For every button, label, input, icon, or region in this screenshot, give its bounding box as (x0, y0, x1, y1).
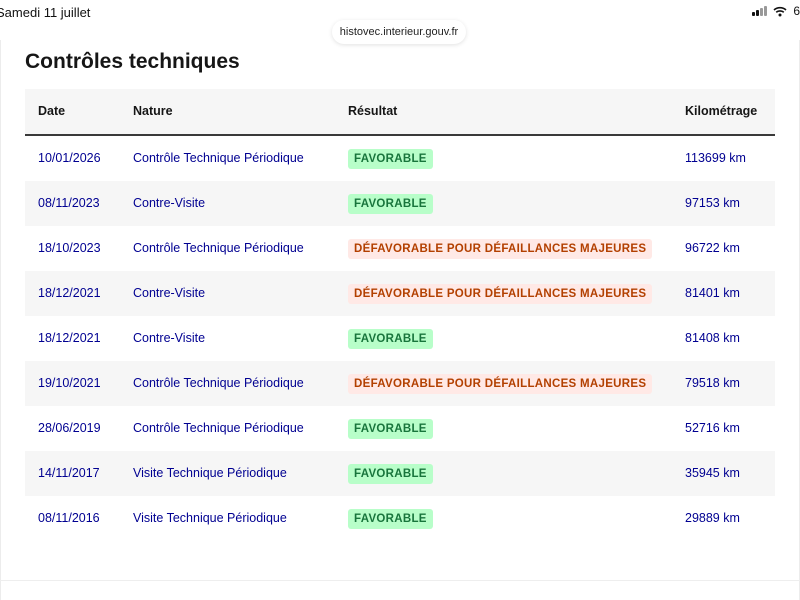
table-row: 18/10/2023 Contrôle Technique Périodique… (25, 226, 775, 271)
signal-icon (752, 6, 768, 16)
row-date: 14/11/2017 (38, 466, 100, 480)
row-result: FAVORABLE (348, 451, 433, 496)
row-result: DÉFAVORABLE POUR DÉFAILLANCES MAJEURES (348, 361, 653, 406)
status-date: Samedi 11 juillet (0, 5, 91, 20)
url-text: histovec.interieur.gouv.fr (339, 26, 459, 38)
row-result: FAVORABLE (348, 136, 433, 181)
row-date: 18/12/2021 (38, 331, 101, 345)
table-row: 08/11/2016 Visite Technique Périodique F… (25, 496, 775, 541)
row-nature: Contre-Visite (133, 196, 206, 210)
header-result: Résultat (348, 104, 398, 118)
table-header: Date Nature Résultat Kilométrage (25, 89, 775, 136)
status-badge: DÉFAVORABLE POUR DÉFAILLANCES MAJEURES (348, 283, 653, 304)
status-indicators: 6 (752, 4, 800, 18)
row-nature: Visite Technique Périodique (133, 511, 287, 525)
row-date: 28/06/2019 (38, 421, 101, 435)
wifi-icon (773, 6, 787, 16)
table-row: 18/12/2021 Contre-Visite FAVORABLE 81408… (25, 316, 775, 361)
table-row: 10/01/2026 Contrôle Technique Périodique… (25, 136, 775, 181)
status-badge: FAVORABLE (348, 463, 433, 484)
row-km: 35945 km (685, 466, 740, 480)
status-badge: FAVORABLE (348, 508, 433, 529)
card-edge-left (0, 40, 1, 600)
row-date: 18/10/2023 (38, 241, 101, 255)
page: Samedi 11 juillet 6 histovec.interieur.g… (0, 0, 800, 600)
table-row: 18/12/2021 Contre-Visite DÉFAVORABLE POU… (25, 271, 775, 316)
table-row: 28/06/2019 Contrôle Technique Périodique… (25, 406, 775, 451)
status-badge: DÉFAVORABLE POUR DÉFAILLANCES MAJEURES (348, 373, 653, 394)
row-nature: Contrôle Technique Périodique (133, 151, 304, 165)
row-result: FAVORABLE (348, 406, 433, 451)
inspections-table: Date Nature Résultat Kilométrage 10/01/2… (25, 89, 775, 541)
row-km: 81408 km (685, 331, 740, 345)
page-title: Contrôles techniques (25, 50, 240, 73)
row-date: 18/12/2021 (38, 286, 101, 300)
row-result: FAVORABLE (348, 181, 433, 226)
status-badge: FAVORABLE (348, 148, 433, 169)
row-nature: Contre-Visite (133, 331, 206, 345)
battery-percent: 6 (793, 4, 800, 18)
status-badge: FAVORABLE (348, 418, 433, 439)
row-km: 81401 km (685, 286, 740, 300)
header-nature: Nature (133, 104, 173, 118)
row-nature: Contre-Visite (133, 286, 206, 300)
status-badge: FAVORABLE (348, 328, 433, 349)
status-badge: DÉFAVORABLE POUR DÉFAILLANCES MAJEURES (348, 238, 653, 259)
row-nature: Contrôle Technique Périodique (133, 241, 304, 255)
row-date: 08/11/2016 (38, 511, 100, 525)
row-km: 52716 km (685, 421, 740, 435)
row-result: DÉFAVORABLE POUR DÉFAILLANCES MAJEURES (348, 226, 653, 271)
row-km: 79518 km (685, 376, 740, 390)
row-km: 97153 km (685, 196, 740, 210)
table-row: 19/10/2021 Contrôle Technique Périodique… (25, 361, 775, 406)
row-km: 96722 km (685, 241, 740, 255)
row-result: FAVORABLE (348, 496, 433, 541)
header-km: Kilométrage (685, 104, 758, 118)
row-date: 10/01/2026 (38, 151, 101, 165)
row-result: DÉFAVORABLE POUR DÉFAILLANCES MAJEURES (348, 271, 653, 316)
row-date: 19/10/2021 (38, 376, 101, 390)
row-nature: Visite Technique Périodique (133, 466, 287, 480)
url-bar[interactable]: histovec.interieur.gouv.fr (332, 20, 466, 44)
table-row: 14/11/2017 Visite Technique Périodique F… (25, 451, 775, 496)
card-bottom-border (0, 580, 800, 581)
header-date: Date (38, 104, 66, 118)
table-row: 08/11/2023 Contre-Visite FAVORABLE 97153… (25, 181, 775, 226)
status-badge: FAVORABLE (348, 193, 433, 214)
row-result: FAVORABLE (348, 316, 433, 361)
row-km: 29889 km (685, 511, 740, 525)
row-nature: Contrôle Technique Périodique (133, 421, 304, 435)
row-nature: Contrôle Technique Périodique (133, 376, 304, 390)
row-km: 113699 km (685, 151, 746, 165)
row-date: 08/11/2023 (38, 196, 100, 210)
